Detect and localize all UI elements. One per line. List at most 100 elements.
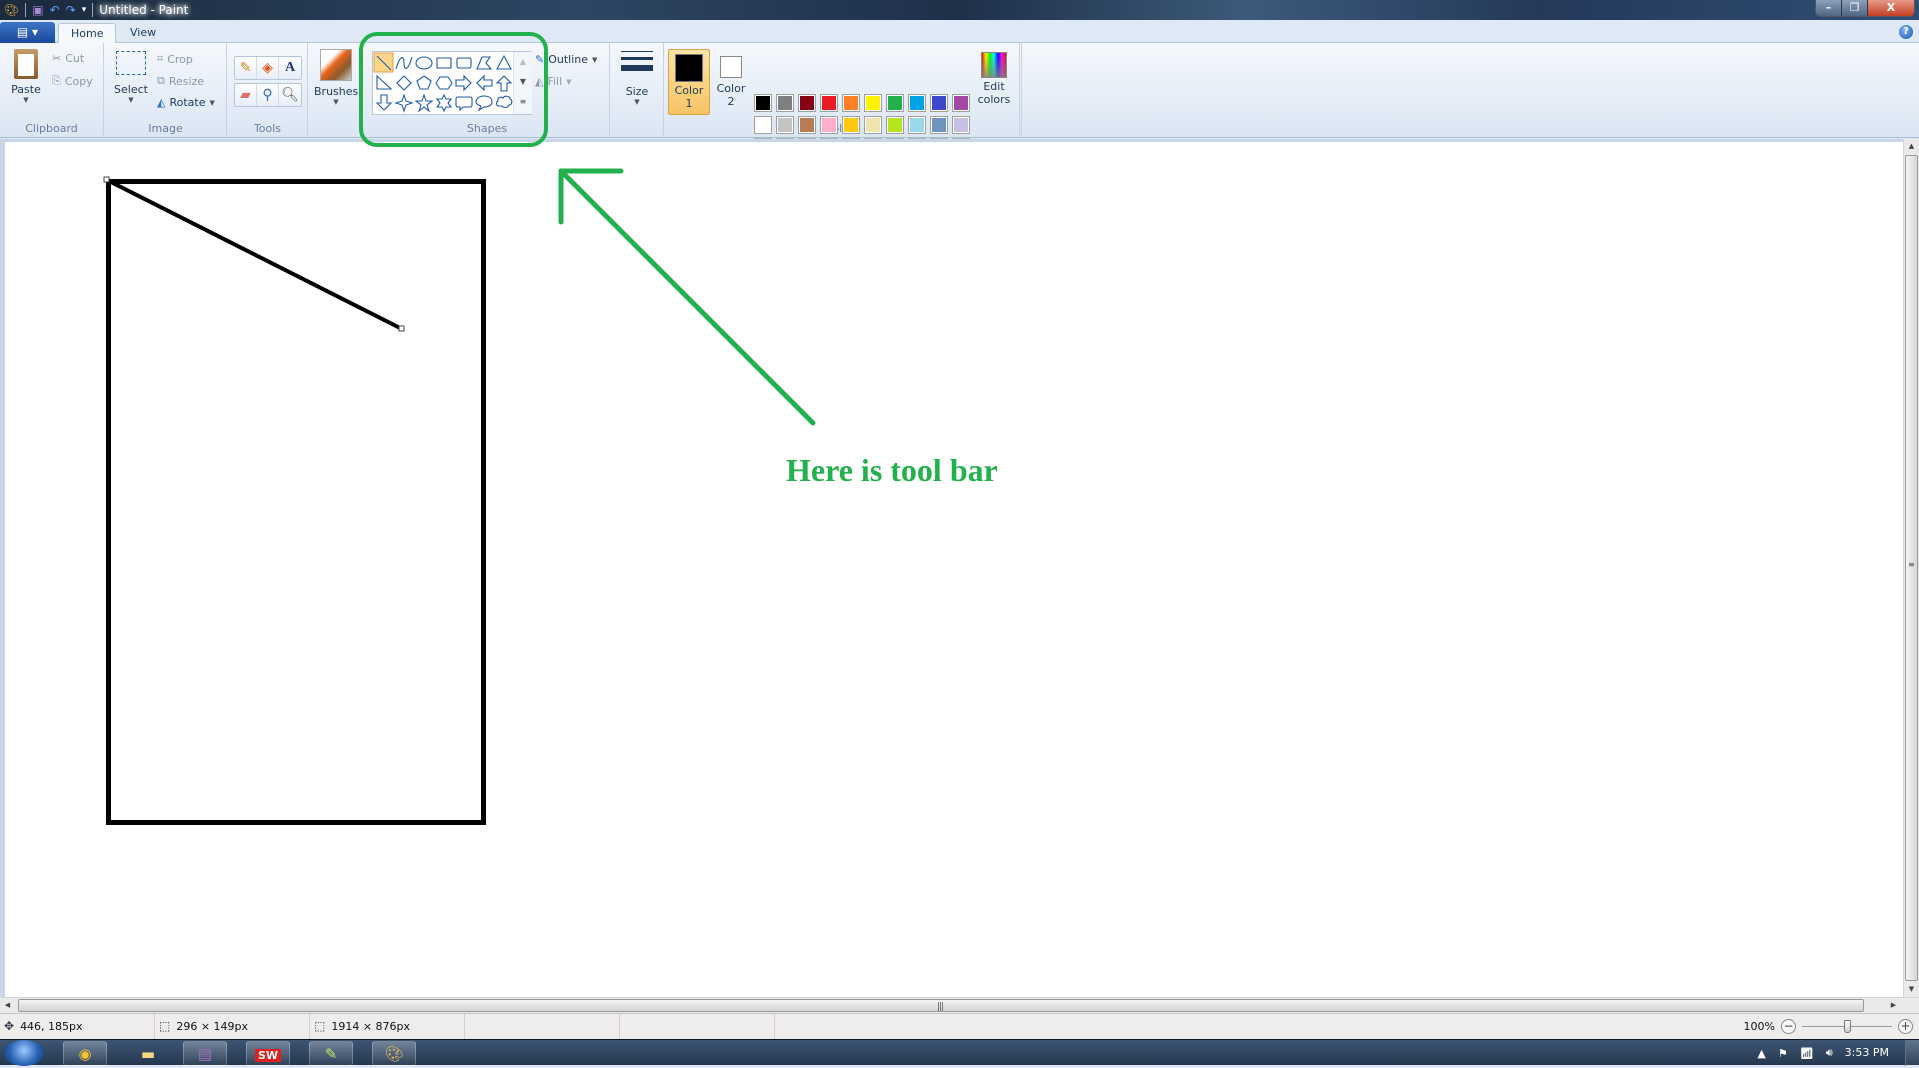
fill-button[interactable]: ◭ Fill ▼ — [535, 75, 572, 88]
scroll-up-icon[interactable]: ▲ — [1904, 139, 1919, 154]
color-picker-icon[interactable]: ⚲ — [257, 84, 279, 106]
palette-color-swatch[interactable] — [798, 94, 816, 112]
line-handle-start[interactable] — [103, 176, 110, 183]
shape-rounded-rectangle-icon[interactable] — [456, 57, 472, 69]
fill-bucket-icon[interactable]: ◈ — [257, 57, 279, 79]
zoom-slider-thumb[interactable] — [1844, 1019, 1851, 1033]
brushes-button[interactable]: Brushes ▼ — [314, 49, 358, 106]
shape-right-triangle-icon[interactable] — [376, 74, 393, 90]
shape-six-point-star-icon[interactable] — [435, 93, 453, 113]
scroll-down-icon[interactable]: ▼ — [1904, 982, 1919, 997]
help-icon[interactable]: ? — [1899, 25, 1913, 39]
palette-color-swatch[interactable] — [886, 116, 904, 134]
pencil-icon[interactable]: ✎ — [235, 57, 257, 79]
cut-button[interactable]: ✂ Cut — [52, 52, 84, 65]
palette-color-swatch[interactable] — [776, 116, 794, 134]
palette-color-swatch[interactable] — [754, 116, 772, 134]
action-center-icon[interactable]: ⚑ — [1778, 1047, 1788, 1060]
shape-pentagon-icon[interactable] — [416, 75, 432, 90]
shape-up-arrow-icon[interactable] — [495, 75, 513, 92]
save-icon[interactable]: ▣ — [32, 2, 43, 18]
scroll-down-icon[interactable]: ▼ — [514, 72, 532, 92]
text-icon[interactable]: A — [279, 57, 301, 79]
shape-diamond-icon[interactable] — [396, 75, 412, 91]
palette-color-swatch[interactable] — [930, 116, 948, 134]
zoom-out-button[interactable]: − — [1781, 1019, 1796, 1034]
size-button[interactable]: Size ▼ — [619, 51, 655, 106]
vertical-scroll-thumb[interactable]: ≡ — [1905, 155, 1918, 981]
taskbar-solidworks[interactable]: SW — [246, 1041, 290, 1066]
maximize-button[interactable]: ❐ — [1842, 0, 1868, 16]
scroll-up-icon[interactable]: ▲ — [514, 52, 532, 72]
palette-color-swatch[interactable] — [864, 116, 882, 134]
drawing-canvas[interactable] — [5, 142, 1903, 997]
customize-qat-icon[interactable]: ▾ — [82, 2, 87, 18]
expand-gallery-icon[interactable]: ≡ — [514, 92, 532, 112]
palette-color-swatch[interactable] — [930, 94, 948, 112]
shape-rectangle-icon[interactable] — [436, 57, 452, 69]
palette-color-swatch[interactable] — [820, 94, 838, 112]
taskbar-winrar[interactable]: ▤ — [183, 1041, 227, 1066]
select-button[interactable]: Select ▼ — [113, 49, 149, 104]
gallery-scrollbar[interactable]: ▲ ▼ ≡ — [513, 52, 532, 114]
taskbar-file-explorer[interactable]: ▬ — [126, 1041, 170, 1066]
app-menu-button[interactable]: ▤ ▾ — [0, 22, 55, 43]
shape-oval-callout-icon[interactable] — [475, 95, 493, 112]
shape-cloud-callout-icon[interactable] — [496, 95, 513, 108]
show-desktop-button[interactable] — [1905, 1040, 1919, 1066]
line-handle-end[interactable] — [398, 325, 405, 332]
taskbar-notepad-plus-plus[interactable]: ✎ — [309, 1041, 353, 1066]
volume-icon[interactable]: 🔊︎ — [1826, 1046, 1833, 1060]
shape-hexagon-icon[interactable] — [435, 76, 453, 90]
magnifier-icon[interactable]: 🔍︎ — [279, 84, 301, 106]
clock[interactable]: 3:53 PM — [1845, 1046, 1889, 1060]
shape-rounded-callout-icon[interactable] — [455, 96, 473, 112]
outline-button[interactable]: ✎ Outline ▼ — [535, 53, 597, 66]
close-button[interactable]: X — [1868, 0, 1914, 16]
vertical-scrollbar[interactable]: ▲ ≡ ▼ — [1903, 139, 1919, 997]
palette-color-swatch[interactable] — [754, 94, 772, 112]
paste-button[interactable]: Paste ▼ — [8, 49, 44, 104]
palette-color-swatch[interactable] — [842, 94, 860, 112]
zoom-in-button[interactable]: + — [1898, 1019, 1913, 1034]
undo-icon[interactable]: ↶ — [50, 2, 60, 18]
palette-color-swatch[interactable] — [776, 94, 794, 112]
edit-colors-button[interactable]: Edit colors — [976, 49, 1012, 115]
taskbar-chrome[interactable]: ◉ — [63, 1041, 107, 1066]
palette-color-swatch[interactable] — [864, 94, 882, 112]
scroll-right-icon[interactable]: ▶ — [1886, 998, 1901, 1013]
shape-oval-icon[interactable] — [415, 56, 433, 70]
scroll-left-icon[interactable]: ◀ — [0, 998, 15, 1013]
palette-color-swatch[interactable] — [952, 116, 970, 134]
palette-color-swatch[interactable] — [798, 116, 816, 134]
taskbar-paint[interactable]: 🎨︎ — [372, 1041, 416, 1066]
horizontal-scroll-thumb[interactable]: ||| — [18, 999, 1864, 1012]
crop-button[interactable]: ⌗ Crop — [157, 52, 193, 66]
shape-line-icon[interactable] — [373, 52, 394, 73]
palette-color-swatch[interactable] — [886, 94, 904, 112]
shape-triangle-icon[interactable] — [496, 54, 512, 70]
shape-four-point-star-icon[interactable] — [394, 93, 414, 113]
tab-home[interactable]: Home — [58, 23, 117, 44]
paint-app-icon[interactable]: 🎨︎ — [4, 2, 19, 18]
tab-view[interactable]: View — [118, 23, 168, 44]
shape-right-arrow-icon[interactable] — [455, 74, 472, 92]
palette-color-swatch[interactable] — [842, 116, 860, 134]
shape-curve-icon[interactable] — [395, 56, 413, 70]
zoom-slider[interactable] — [1802, 1019, 1892, 1034]
shape-left-arrow-icon[interactable] — [476, 74, 493, 92]
network-icon[interactable]: 📶︎ — [1800, 1047, 1814, 1060]
minimize-button[interactable]: – — [1816, 0, 1842, 16]
rotate-button[interactable]: ◭ Rotate ▼ — [157, 96, 215, 109]
palette-color-swatch[interactable] — [820, 116, 838, 134]
shape-polygon-icon[interactable] — [476, 56, 493, 70]
color1-button[interactable]: Color 1 — [668, 49, 710, 115]
horizontal-scrollbar[interactable]: ◀ ||| ▶ — [0, 997, 1919, 1013]
palette-color-swatch[interactable] — [908, 94, 926, 112]
color2-button[interactable]: Color 2 — [713, 49, 749, 115]
palette-color-swatch[interactable] — [908, 116, 926, 134]
start-button[interactable] — [4, 1040, 44, 1066]
shape-down-arrow-icon[interactable] — [375, 94, 393, 111]
shape-five-point-star-icon[interactable] — [414, 93, 434, 113]
redo-icon[interactable]: ↷ — [66, 2, 76, 18]
